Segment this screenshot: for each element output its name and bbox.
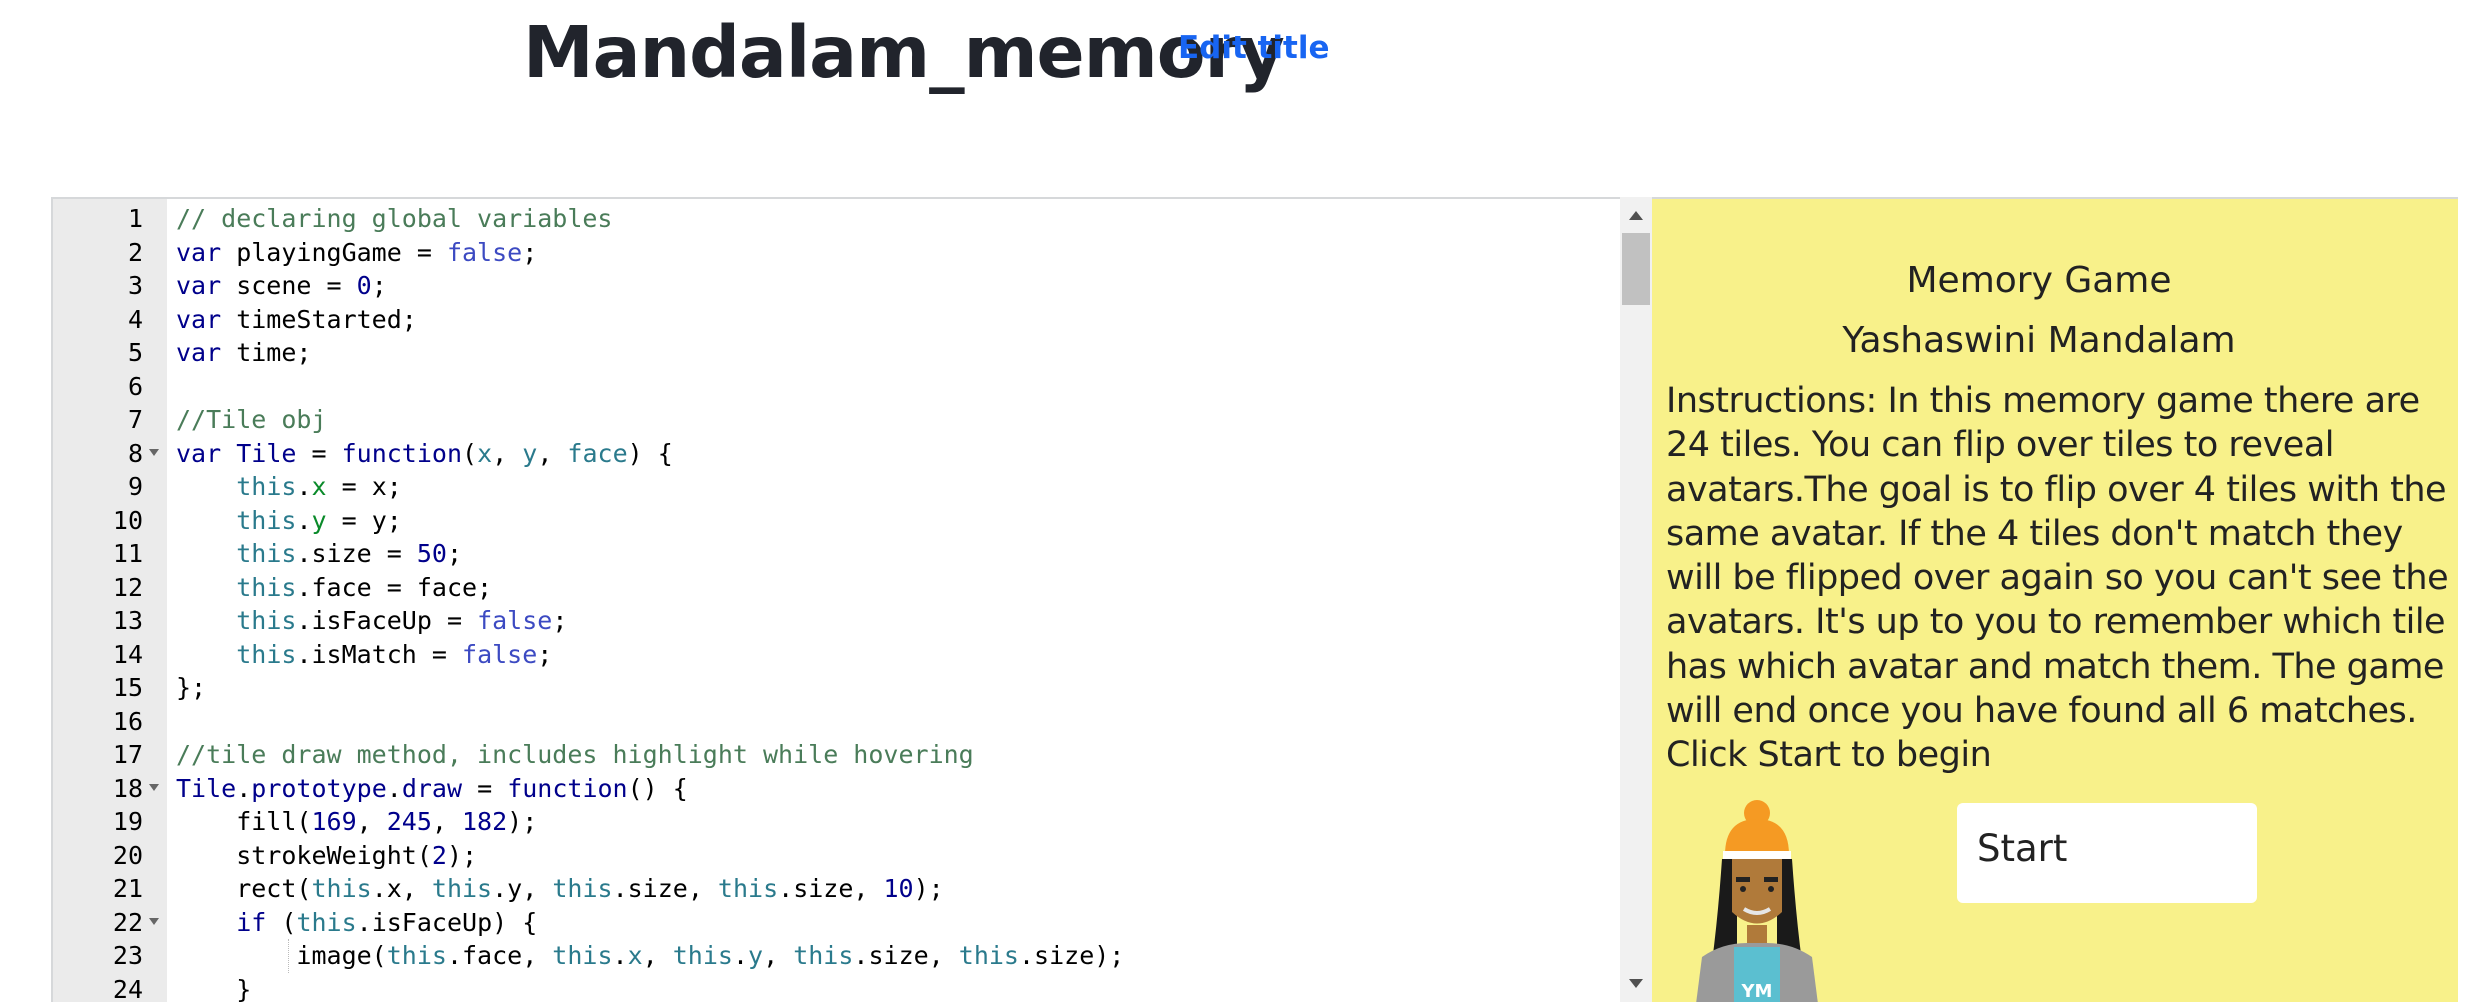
avatar-initials: YM: [1741, 981, 1773, 1002]
fold-toggle-icon[interactable]: [149, 448, 159, 456]
code-line[interactable]: 9 this.x = x;: [53, 470, 1620, 503]
line-number: 18: [112, 773, 143, 803]
code-line[interactable]: 14 this.isMatch = false;: [53, 638, 1620, 671]
code-line[interactable]: 2 var playingGame = false;: [53, 236, 1620, 269]
line-number: 10: [112, 505, 143, 535]
code-text: strokeWeight(2);: [176, 840, 478, 870]
start-button-label: Start: [1977, 827, 2068, 870]
line-number: 4: [127, 304, 143, 334]
editor-scrollbar[interactable]: [1620, 197, 1652, 1002]
edit-title-link[interactable]: Edit title: [1178, 26, 1330, 70]
code-text: var Tile = function(x, y, face) {: [176, 438, 673, 468]
line-number: 5: [127, 338, 143, 367]
title-bar: Mandalam_memory Edit title: [0, 0, 2488, 110]
code-text: var time;: [176, 338, 312, 367]
fold-toggle-icon[interactable]: [149, 917, 159, 925]
code-text: this.isMatch = false;: [236, 639, 553, 669]
game-author: Yashaswini Mandalam: [1842, 320, 2236, 361]
line-number: 7: [127, 405, 143, 434]
code-text: var timeStarted;: [176, 304, 417, 334]
code-line[interactable]: 4 var timeStarted;: [53, 303, 1620, 336]
code-editor[interactable]: 1 // declaring global variables 2 var playi…: [51, 197, 1652, 1002]
avatar-icon: YM: [1696, 800, 1818, 1002]
code-text: this.isFaceUp = false;: [236, 606, 568, 635]
code-text: image(this.face, this.x, this.y, this.si…: [176, 941, 1125, 970]
code-line[interactable]: 22 if (this.isFaceUp) {: [53, 906, 1620, 939]
code-text: this.x = x;: [236, 472, 402, 501]
code-line[interactable]: 10 this.y = y;: [53, 504, 1620, 537]
code-line[interactable]: 18 Tile.prototype.draw = function() {: [53, 772, 1620, 805]
program-output-canvas[interactable]: Memory Game Yashaswini Mandalam Instruct…: [1652, 197, 2458, 1002]
line-number: 2: [127, 237, 143, 267]
line-number: 24: [112, 974, 143, 1002]
code-text: if (this.isFaceUp) {: [236, 907, 538, 937]
code-text: Tile.prototype.draw = function() {: [176, 773, 688, 803]
line-number: 13: [112, 606, 143, 635]
scroll-up-arrow-icon[interactable]: [1629, 211, 1643, 220]
code-line[interactable]: 21 rect(this.x, this.y, this.size, this.…: [53, 872, 1620, 905]
code-line[interactable]: 5 var time;: [53, 336, 1620, 369]
code-text: //tile draw method, includes highlight w…: [176, 740, 974, 769]
code-line[interactable]: 12 this.face = face;: [53, 571, 1620, 604]
line-number: 16: [112, 706, 143, 736]
game-instructions: Instructions: In this memory game there …: [1666, 381, 2449, 776]
start-button[interactable]: Start: [1957, 803, 2257, 903]
scroll-thumb[interactable]: [1622, 233, 1650, 305]
line-number: 1: [127, 204, 143, 233]
code-line[interactable]: 11 this.size = 50;: [53, 537, 1620, 570]
code-text: this.y = y;: [236, 505, 402, 535]
game-title: Memory Game: [1906, 260, 2172, 301]
code-text: // declaring global variables: [176, 204, 613, 233]
line-number: 14: [112, 639, 143, 669]
code-text: this.face = face;: [236, 572, 493, 602]
indent-guide: [288, 939, 289, 973]
code-text: this.size = 50;: [236, 539, 463, 568]
line-number: 8: [127, 438, 143, 468]
fold-toggle-icon[interactable]: [149, 783, 159, 791]
code-text: fill(169, 245, 182);: [176, 807, 538, 836]
code-line[interactable]: 7 //Tile obj: [53, 403, 1620, 436]
line-number: 6: [127, 371, 143, 401]
code-line[interactable]: 15};: [53, 671, 1620, 704]
code-line[interactable]: 19 fill(169, 245, 182);: [53, 805, 1620, 838]
code-line[interactable]: 8 var Tile = function(x, y, face) {: [53, 437, 1620, 470]
code-text: }: [176, 974, 252, 1002]
code-line[interactable]: 24 }: [53, 973, 1620, 1002]
line-number: 11: [112, 539, 143, 568]
line-number: 9: [127, 472, 143, 501]
scroll-down-arrow-icon[interactable]: [1629, 979, 1643, 988]
line-number: 21: [112, 874, 143, 903]
code-line[interactable]: 6: [53, 370, 1620, 403]
code-line[interactable]: 16: [53, 705, 1620, 738]
code-text: var scene = 0;: [176, 271, 387, 300]
line-number: 17: [112, 740, 143, 769]
code-text: rect(this.x, this.y, this.size, this.siz…: [176, 874, 944, 903]
code-text: };: [176, 673, 207, 702]
line-number: 12: [112, 572, 143, 602]
line-number: 15: [112, 673, 143, 702]
code-line[interactable]: 17 //tile draw method, includes highlight…: [53, 738, 1620, 771]
line-number: 22: [112, 907, 143, 937]
code-text: var playingGame = false;: [176, 237, 538, 267]
code-text: //Tile obj: [176, 405, 327, 434]
page-title: Mandalam_memory: [523, 11, 1285, 94]
code-line[interactable]: 13 this.isFaceUp = false;: [53, 604, 1620, 637]
line-number: 20: [112, 840, 143, 870]
code-area[interactable]: 1 // declaring global variables 2 var playi…: [53, 199, 1620, 1002]
code-line[interactable]: 3 var scene = 0;: [53, 269, 1620, 302]
line-number: 3: [127, 271, 143, 300]
line-number: 19: [112, 807, 143, 836]
line-number: 23: [112, 941, 143, 970]
code-line[interactable]: 1 // declaring global variables: [53, 202, 1620, 235]
code-line[interactable]: 20 strokeWeight(2);: [53, 839, 1620, 872]
